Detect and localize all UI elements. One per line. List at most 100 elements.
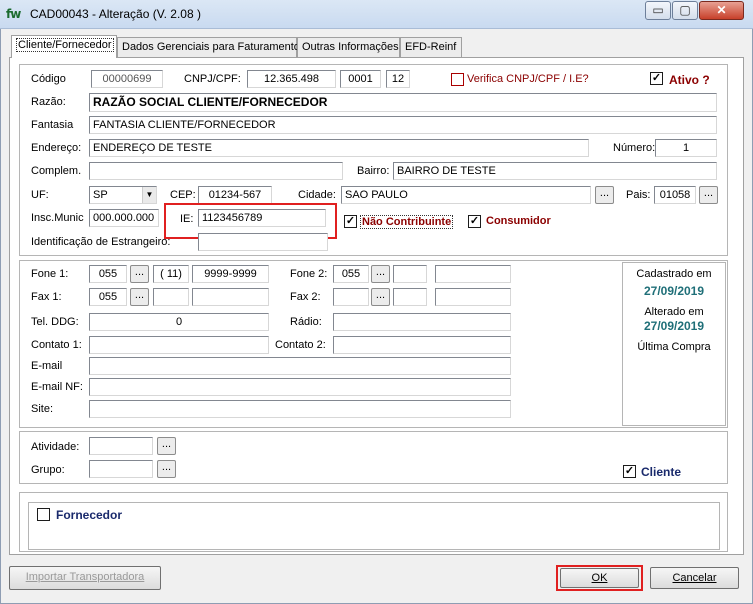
bairro-field[interactable]: BAIRRO DE TESTE — [393, 162, 717, 180]
complem-label: Complem. — [31, 165, 82, 177]
insc-munic-label: Insc.Munic — [31, 212, 84, 224]
fone2-label: Fone 2: — [290, 268, 328, 280]
endereco-label: Endereço: — [31, 142, 82, 154]
fax1-ddi-field[interactable]: 055 — [89, 288, 127, 306]
fone2-ddi-field[interactable]: 055 — [333, 265, 369, 283]
cliente-label: Cliente — [641, 465, 682, 479]
grupo-field[interactable] — [89, 460, 153, 478]
ok-button[interactable]: OK — [560, 568, 639, 588]
ativo-checkbox[interactable]: ✓ — [650, 72, 663, 85]
fantasia-label: Fantasia — [31, 119, 74, 131]
cep-label: CEP: — [170, 189, 196, 201]
fone1-ddd-field[interactable]: ( 11) — [153, 265, 189, 283]
fax1-ddi-button[interactable]: ... — [130, 288, 149, 306]
fone2-ddd-field[interactable] — [393, 265, 427, 283]
insc-munic-field[interactable]: 000.000.000 — [89, 209, 159, 227]
cidade-label: Cidade: — [298, 189, 336, 201]
email-field[interactable] — [89, 357, 511, 375]
cadastrado-label: Cadastrado em — [636, 268, 712, 280]
fone2-number-field[interactable] — [435, 265, 511, 283]
site-field[interactable] — [89, 400, 511, 418]
tab-cliente-fornecedor[interactable]: Cliente/Fornecedor — [11, 35, 117, 58]
tab-outras-informacoes[interactable]: Outras Informações — [297, 37, 400, 57]
fone2-ddi-button[interactable]: ... — [371, 265, 390, 283]
cidade-lookup-button[interactable]: ... — [595, 186, 614, 204]
minimize-button[interactable]: ▭ — [645, 1, 671, 20]
atividade-field[interactable] — [89, 437, 153, 455]
pais-field[interactable]: 01058 — [654, 186, 696, 204]
numero-label: Número: — [613, 142, 656, 154]
numero-field[interactable]: 1 — [655, 139, 717, 157]
alterado-value: 27/09/2019 — [643, 319, 705, 333]
consumidor-label: Consumidor — [486, 215, 551, 227]
maximize-button[interactable]: ▢ — [672, 1, 698, 20]
verifica-label: Verifica CNPJ/CPF / I.E? — [467, 73, 589, 85]
complem-field[interactable] — [89, 162, 343, 180]
window-title: CAD00043 - Alteração (V. 2.08 ) — [30, 7, 201, 21]
contato1-field[interactable] — [89, 336, 269, 354]
fax2-ddd-field[interactable] — [393, 288, 427, 306]
fax1-number-field[interactable] — [192, 288, 269, 306]
fornecedor-label: Fornecedor — [56, 508, 123, 522]
ie-field[interactable]: 1123456789 — [198, 209, 326, 227]
grupo-lookup-button[interactable]: ... — [157, 460, 176, 478]
atividade-lookup-button[interactable]: ... — [157, 437, 176, 455]
radio-label: Rádio: — [290, 316, 322, 328]
fone1-number-field[interactable]: 9999-9999 — [192, 265, 269, 283]
cancel-button[interactable]: Cancelar — [650, 567, 739, 589]
fax1-label: Fax 1: — [31, 291, 62, 303]
razao-field[interactable]: RAZÃO SOCIAL CLIENTE/FORNECEDOR — [89, 93, 717, 112]
fax1-ddd-field[interactable] — [153, 288, 189, 306]
cnpj-branch-field[interactable]: 0001 — [340, 70, 381, 88]
consumidor-checkbox[interactable]: ✓ — [468, 215, 481, 228]
cep-field[interactable]: 01234-567 — [198, 186, 272, 204]
fornecedor-checkbox[interactable] — [37, 508, 50, 521]
alterado-label: Alterado em — [644, 306, 704, 318]
tel-ddg-field[interactable]: 0 — [89, 313, 269, 331]
fornecedor-inner — [28, 502, 720, 550]
cnpj-label: CNPJ/CPF: — [184, 73, 241, 85]
contato1-label: Contato 1: — [31, 339, 82, 351]
email-nf-field[interactable] — [89, 378, 511, 396]
codigo-field[interactable]: 00000699 — [91, 70, 163, 88]
radio-field[interactable] — [333, 313, 511, 331]
fone1-ddi-field[interactable]: 055 — [89, 265, 127, 283]
fax2-ddi-field[interactable] — [333, 288, 369, 306]
verifica-checkbox[interactable] — [451, 73, 464, 86]
ativo-label: Ativo ? — [669, 73, 710, 87]
razao-label: Razão: — [31, 96, 66, 108]
estrangeiro-field[interactable] — [198, 233, 328, 251]
fax2-number-field[interactable] — [435, 288, 511, 306]
contato2-field[interactable] — [333, 336, 511, 354]
bairro-label: Bairro: — [357, 165, 390, 177]
close-button[interactable]: ✕ — [699, 1, 744, 20]
fone1-ddi-button[interactable]: ... — [130, 265, 149, 283]
cnpj-dv-field[interactable]: 12 — [386, 70, 410, 88]
fone1-label: Fone 1: — [31, 268, 69, 280]
contato2-label: Contato 2: — [275, 339, 326, 351]
app-icon: fw — [6, 7, 21, 21]
cadastrado-value: 27/09/2019 — [643, 284, 705, 298]
fantasia-field[interactable]: FANTASIA CLIENTE/FORNECEDOR — [89, 116, 717, 134]
cidade-field[interactable]: SAO PAULO — [341, 186, 591, 204]
tel-ddg-label: Tel. DDG: — [31, 316, 79, 328]
tab-dados-gerenciais[interactable]: Dados Gerenciais para Faturamento — [117, 37, 300, 57]
ie-label: IE: — [180, 213, 194, 225]
ultima-compra-label: Última Compra — [637, 341, 711, 353]
chevron-down-icon[interactable]: ▼ — [142, 187, 156, 203]
codigo-label: Código — [31, 73, 66, 85]
fax2-ddi-button[interactable]: ... — [371, 288, 390, 306]
uf-label: UF: — [31, 189, 49, 201]
pais-lookup-button[interactable]: ... — [699, 186, 718, 204]
importar-transportadora-button[interactable]: Importar Transportadora — [9, 566, 161, 590]
atividade-label: Atividade: — [31, 441, 80, 453]
tab-efd-reinf[interactable]: EFD-Reinf — [400, 37, 462, 57]
cliente-checkbox[interactable]: ✓ — [623, 465, 636, 478]
grupo-label: Grupo: — [31, 464, 65, 476]
nao-contribuinte-label: Não Contribuinte — [360, 215, 454, 229]
nao-contribuinte-checkbox[interactable]: ✓ — [344, 215, 357, 228]
endereco-field[interactable]: ENDEREÇO DE TESTE — [89, 139, 589, 157]
cnpj-field[interactable]: 12.365.498 — [247, 70, 336, 88]
pais-label: Pais: — [626, 189, 651, 201]
email-nf-label: E-mail NF: — [31, 381, 83, 393]
